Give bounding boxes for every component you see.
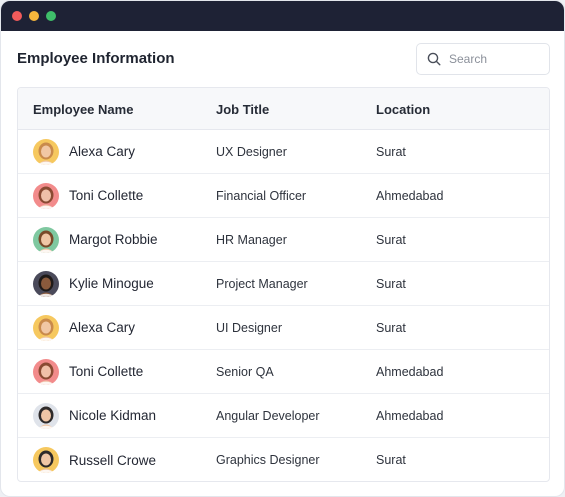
avatar bbox=[33, 182, 59, 209]
table-row[interactable]: Toni Collette Senior QA Ahmedabad bbox=[18, 350, 549, 394]
window-titlebar bbox=[1, 1, 564, 31]
location: Surat bbox=[376, 232, 406, 247]
page-title: Employee Information bbox=[17, 50, 175, 67]
avatar bbox=[33, 270, 59, 297]
close-window-dot[interactable] bbox=[12, 11, 22, 21]
employee-name: Nicole Kidman bbox=[69, 408, 157, 423]
location: Surat bbox=[376, 453, 406, 467]
avatar bbox=[33, 138, 59, 165]
avatar bbox=[33, 402, 59, 429]
employee-name: Toni Collette bbox=[69, 364, 144, 379]
employee-table: Employee Name Job Title Location Alexa C… bbox=[17, 87, 550, 482]
table-row[interactable]: Nicole Kidman Angular Developer Ahmedabad bbox=[18, 394, 549, 438]
minimize-window-dot[interactable] bbox=[29, 11, 39, 21]
table-body: Alexa Cary UX Designer Surat Toni Collette F… bbox=[18, 130, 549, 481]
column-header-location[interactable]: Location bbox=[376, 102, 430, 117]
search-icon bbox=[427, 52, 441, 66]
location: Surat bbox=[376, 320, 406, 335]
employee-name: Alexa Cary bbox=[69, 320, 136, 335]
employee-name: Russell Crowe bbox=[69, 452, 157, 468]
job-title: Project Manager bbox=[216, 276, 308, 291]
location: Ahmedabad bbox=[376, 188, 444, 203]
job-title: HR Manager bbox=[216, 232, 287, 247]
avatar bbox=[33, 314, 59, 341]
job-title: UI Designer bbox=[216, 320, 282, 335]
employee-name: Margot Robbie bbox=[69, 232, 158, 247]
table-row[interactable]: Toni Collette Financial Officer Ahmedabad bbox=[18, 174, 549, 218]
app-window: Employee Information Employee Name Job T… bbox=[0, 0, 565, 497]
location: Ahmedabad bbox=[376, 408, 444, 423]
job-title: Graphics Designer bbox=[216, 453, 320, 467]
employee-name: Toni Collette bbox=[69, 188, 144, 203]
job-title: Financial Officer bbox=[216, 188, 307, 203]
search-box[interactable] bbox=[416, 43, 550, 75]
search-input[interactable] bbox=[449, 48, 544, 70]
table-row[interactable]: Alexa Cary UI Designer Surat bbox=[18, 306, 549, 350]
location: Surat bbox=[376, 276, 406, 291]
avatar bbox=[33, 447, 59, 473]
column-header-job-title[interactable]: Job Title bbox=[216, 102, 269, 117]
table-row[interactable]: Kylie Minogue Project Manager Surat bbox=[18, 262, 549, 306]
avatar bbox=[33, 226, 59, 253]
job-title: Senior QA bbox=[216, 364, 274, 379]
employee-name: Kylie Minogue bbox=[69, 276, 154, 291]
job-title: UX Designer bbox=[216, 144, 287, 159]
table-row[interactable]: Russell Crowe Graphics Designer Surat bbox=[18, 438, 549, 481]
table-header: Employee Name Job Title Location bbox=[18, 88, 549, 130]
location: Ahmedabad bbox=[376, 364, 444, 379]
page-header: Employee Information bbox=[1, 31, 564, 87]
job-title: Angular Developer bbox=[216, 408, 320, 423]
avatar bbox=[33, 358, 59, 385]
column-header-name[interactable]: Employee Name bbox=[33, 102, 133, 117]
maximize-window-dot[interactable] bbox=[46, 11, 56, 21]
location: Surat bbox=[376, 144, 406, 159]
table-row[interactable]: Alexa Cary UX Designer Surat bbox=[18, 130, 549, 174]
table-row[interactable]: Margot Robbie HR Manager Surat bbox=[18, 218, 549, 262]
employee-name: Alexa Cary bbox=[69, 144, 136, 159]
